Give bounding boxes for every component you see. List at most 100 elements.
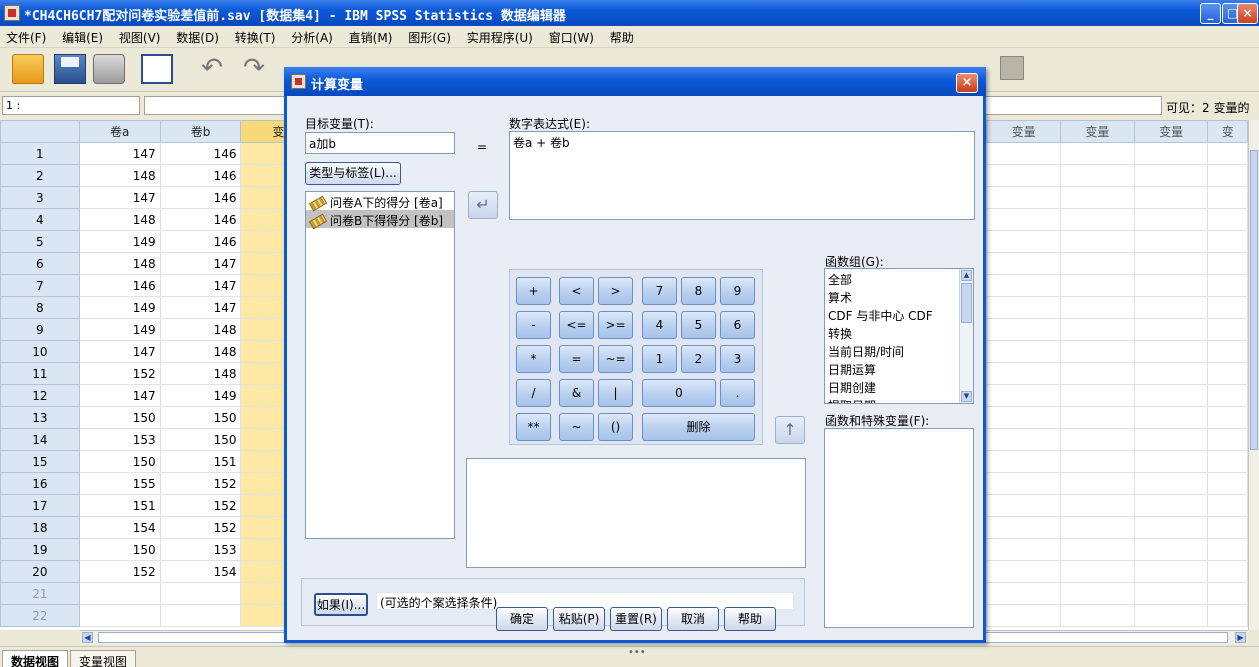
function-group-item[interactable]: 全部 bbox=[825, 269, 973, 287]
cell-var-a[interactable] bbox=[78, 604, 161, 627]
move-to-expression-arrow-icon[interactable]: ↵ bbox=[468, 191, 498, 219]
row-number[interactable]: 20 bbox=[0, 560, 80, 583]
key-7[interactable]: 7 bbox=[642, 277, 677, 305]
key-or[interactable]: | bbox=[598, 379, 633, 407]
empty-cell[interactable] bbox=[1060, 450, 1135, 473]
empty-cell[interactable] bbox=[986, 384, 1061, 407]
empty-cell[interactable] bbox=[986, 604, 1061, 627]
dialog-close-button[interactable]: × bbox=[956, 73, 978, 93]
empty-cell[interactable] bbox=[1207, 274, 1248, 297]
empty-cell[interactable] bbox=[1060, 472, 1135, 495]
empty-cell[interactable] bbox=[1060, 252, 1135, 275]
row-number[interactable]: 12 bbox=[0, 384, 80, 407]
tab-variable-view[interactable]: 变量视图 bbox=[70, 650, 137, 667]
empty-cell[interactable] bbox=[1207, 186, 1248, 209]
function-group-item[interactable]: CDF 与非中心 CDF bbox=[825, 305, 973, 323]
empty-cell[interactable] bbox=[1207, 560, 1248, 583]
type-and-label-button[interactable]: 类型与标签(L)... bbox=[305, 162, 401, 185]
key-0[interactable]: 0 bbox=[642, 379, 716, 407]
function-group-item[interactable]: 当前日期/时间 bbox=[825, 341, 973, 359]
key-greater-than[interactable]: > bbox=[598, 277, 633, 305]
empty-cell[interactable] bbox=[986, 582, 1061, 605]
row-number[interactable]: 2 bbox=[0, 164, 80, 187]
empty-cell[interactable] bbox=[986, 142, 1061, 165]
cell-var-a[interactable]: 149 bbox=[78, 318, 161, 341]
empty-cell[interactable] bbox=[1133, 208, 1209, 231]
menu-file[interactable]: 文件(F) bbox=[0, 26, 52, 46]
function-group-item[interactable]: 提取日期 bbox=[825, 395, 973, 403]
column-header[interactable]: 变量 bbox=[986, 120, 1061, 143]
empty-cell[interactable] bbox=[1060, 186, 1135, 209]
empty-cell[interactable] bbox=[1133, 472, 1209, 495]
vertical-scrollbar[interactable] bbox=[1248, 120, 1259, 630]
cell-var-b[interactable]: 149 bbox=[159, 384, 242, 407]
cell-var-a[interactable]: 147 bbox=[78, 384, 161, 407]
empty-cell[interactable] bbox=[1207, 384, 1248, 407]
function-group-item[interactable]: 日期运算 bbox=[825, 359, 973, 377]
key-greater-equal[interactable]: >= bbox=[598, 311, 633, 339]
scroll-right-icon[interactable]: ▶ bbox=[1235, 632, 1246, 643]
row-number[interactable]: 8 bbox=[0, 296, 80, 319]
cell-reference-field[interactable]: 1 : bbox=[2, 96, 140, 115]
key-equal[interactable]: = bbox=[559, 345, 594, 373]
variable-item-a[interactable]: 问卷A下的得分 [卷a] bbox=[306, 192, 454, 212]
reset-button[interactable]: 重置(R) bbox=[610, 607, 662, 631]
empty-cell[interactable] bbox=[986, 450, 1061, 473]
row-number[interactable]: 13 bbox=[0, 406, 80, 429]
cell-var-a[interactable]: 150 bbox=[78, 538, 161, 561]
empty-cell[interactable] bbox=[1060, 362, 1135, 385]
empty-cell[interactable] bbox=[1060, 406, 1135, 429]
function-group-item[interactable]: 日期创建 bbox=[825, 377, 973, 395]
empty-cell[interactable] bbox=[1133, 340, 1209, 363]
empty-cell[interactable] bbox=[1207, 538, 1248, 561]
empty-cell[interactable] bbox=[1133, 560, 1209, 583]
empty-cell[interactable] bbox=[1133, 450, 1209, 473]
cell-var-a[interactable]: 147 bbox=[78, 186, 161, 209]
empty-cell[interactable] bbox=[1133, 296, 1209, 319]
key-9[interactable]: 9 bbox=[720, 277, 755, 305]
empty-cell[interactable] bbox=[1207, 472, 1248, 495]
function-group-item[interactable]: 转换 bbox=[825, 323, 973, 341]
column-header[interactable]: 变量 bbox=[1133, 120, 1209, 143]
menu-utilities[interactable]: 实用程序(U) bbox=[461, 26, 539, 46]
column-header[interactable]: 卷a bbox=[78, 120, 161, 143]
if-button[interactable]: 如果(I)... bbox=[314, 593, 368, 616]
cell-var-a[interactable]: 151 bbox=[78, 494, 161, 517]
cell-var-a[interactable]: 150 bbox=[78, 406, 161, 429]
cell-var-a[interactable]: 147 bbox=[78, 142, 161, 165]
empty-cell[interactable] bbox=[986, 428, 1061, 451]
empty-cell[interactable] bbox=[1060, 164, 1135, 187]
source-variable-list[interactable]: 问卷A下的得分 [卷a] 问卷B下得得分 [卷b] bbox=[305, 191, 455, 539]
empty-cell[interactable] bbox=[1133, 186, 1209, 209]
empty-cell[interactable] bbox=[1207, 516, 1248, 539]
row-number[interactable]: 14 bbox=[0, 428, 80, 451]
empty-cell[interactable] bbox=[1060, 318, 1135, 341]
row-number[interactable]: 10 bbox=[0, 340, 80, 363]
key-decimal[interactable]: . bbox=[720, 379, 755, 407]
grid-corner[interactable] bbox=[0, 120, 80, 143]
cell-var-a[interactable]: 154 bbox=[78, 516, 161, 539]
cell-var-a[interactable]: 148 bbox=[78, 252, 161, 275]
empty-cell[interactable] bbox=[1133, 538, 1209, 561]
cancel-button[interactable]: 取消 bbox=[667, 607, 719, 631]
cell-var-b[interactable]: 146 bbox=[159, 230, 242, 253]
row-number[interactable]: 15 bbox=[0, 450, 80, 473]
empty-cell[interactable] bbox=[1060, 604, 1135, 627]
empty-cell[interactable] bbox=[1060, 340, 1135, 363]
empty-cell[interactable] bbox=[1133, 164, 1209, 187]
row-number[interactable]: 5 bbox=[0, 230, 80, 253]
cell-var-a[interactable]: 147 bbox=[78, 340, 161, 363]
empty-cell[interactable] bbox=[1060, 428, 1135, 451]
empty-cell[interactable] bbox=[1133, 252, 1209, 275]
vertical-scroll-thumb[interactable] bbox=[1250, 150, 1258, 450]
function-group-scroll-thumb[interactable] bbox=[961, 283, 972, 323]
empty-cell[interactable] bbox=[1133, 516, 1209, 539]
empty-cell[interactable] bbox=[1060, 296, 1135, 319]
empty-cell[interactable] bbox=[1133, 428, 1209, 451]
empty-cell[interactable] bbox=[1207, 582, 1248, 605]
cell-var-a[interactable]: 155 bbox=[78, 472, 161, 495]
menu-window[interactable]: 窗口(W) bbox=[543, 26, 600, 46]
empty-cell[interactable] bbox=[1133, 604, 1209, 627]
open-folder-icon[interactable] bbox=[12, 54, 44, 84]
empty-cell[interactable] bbox=[1060, 208, 1135, 231]
